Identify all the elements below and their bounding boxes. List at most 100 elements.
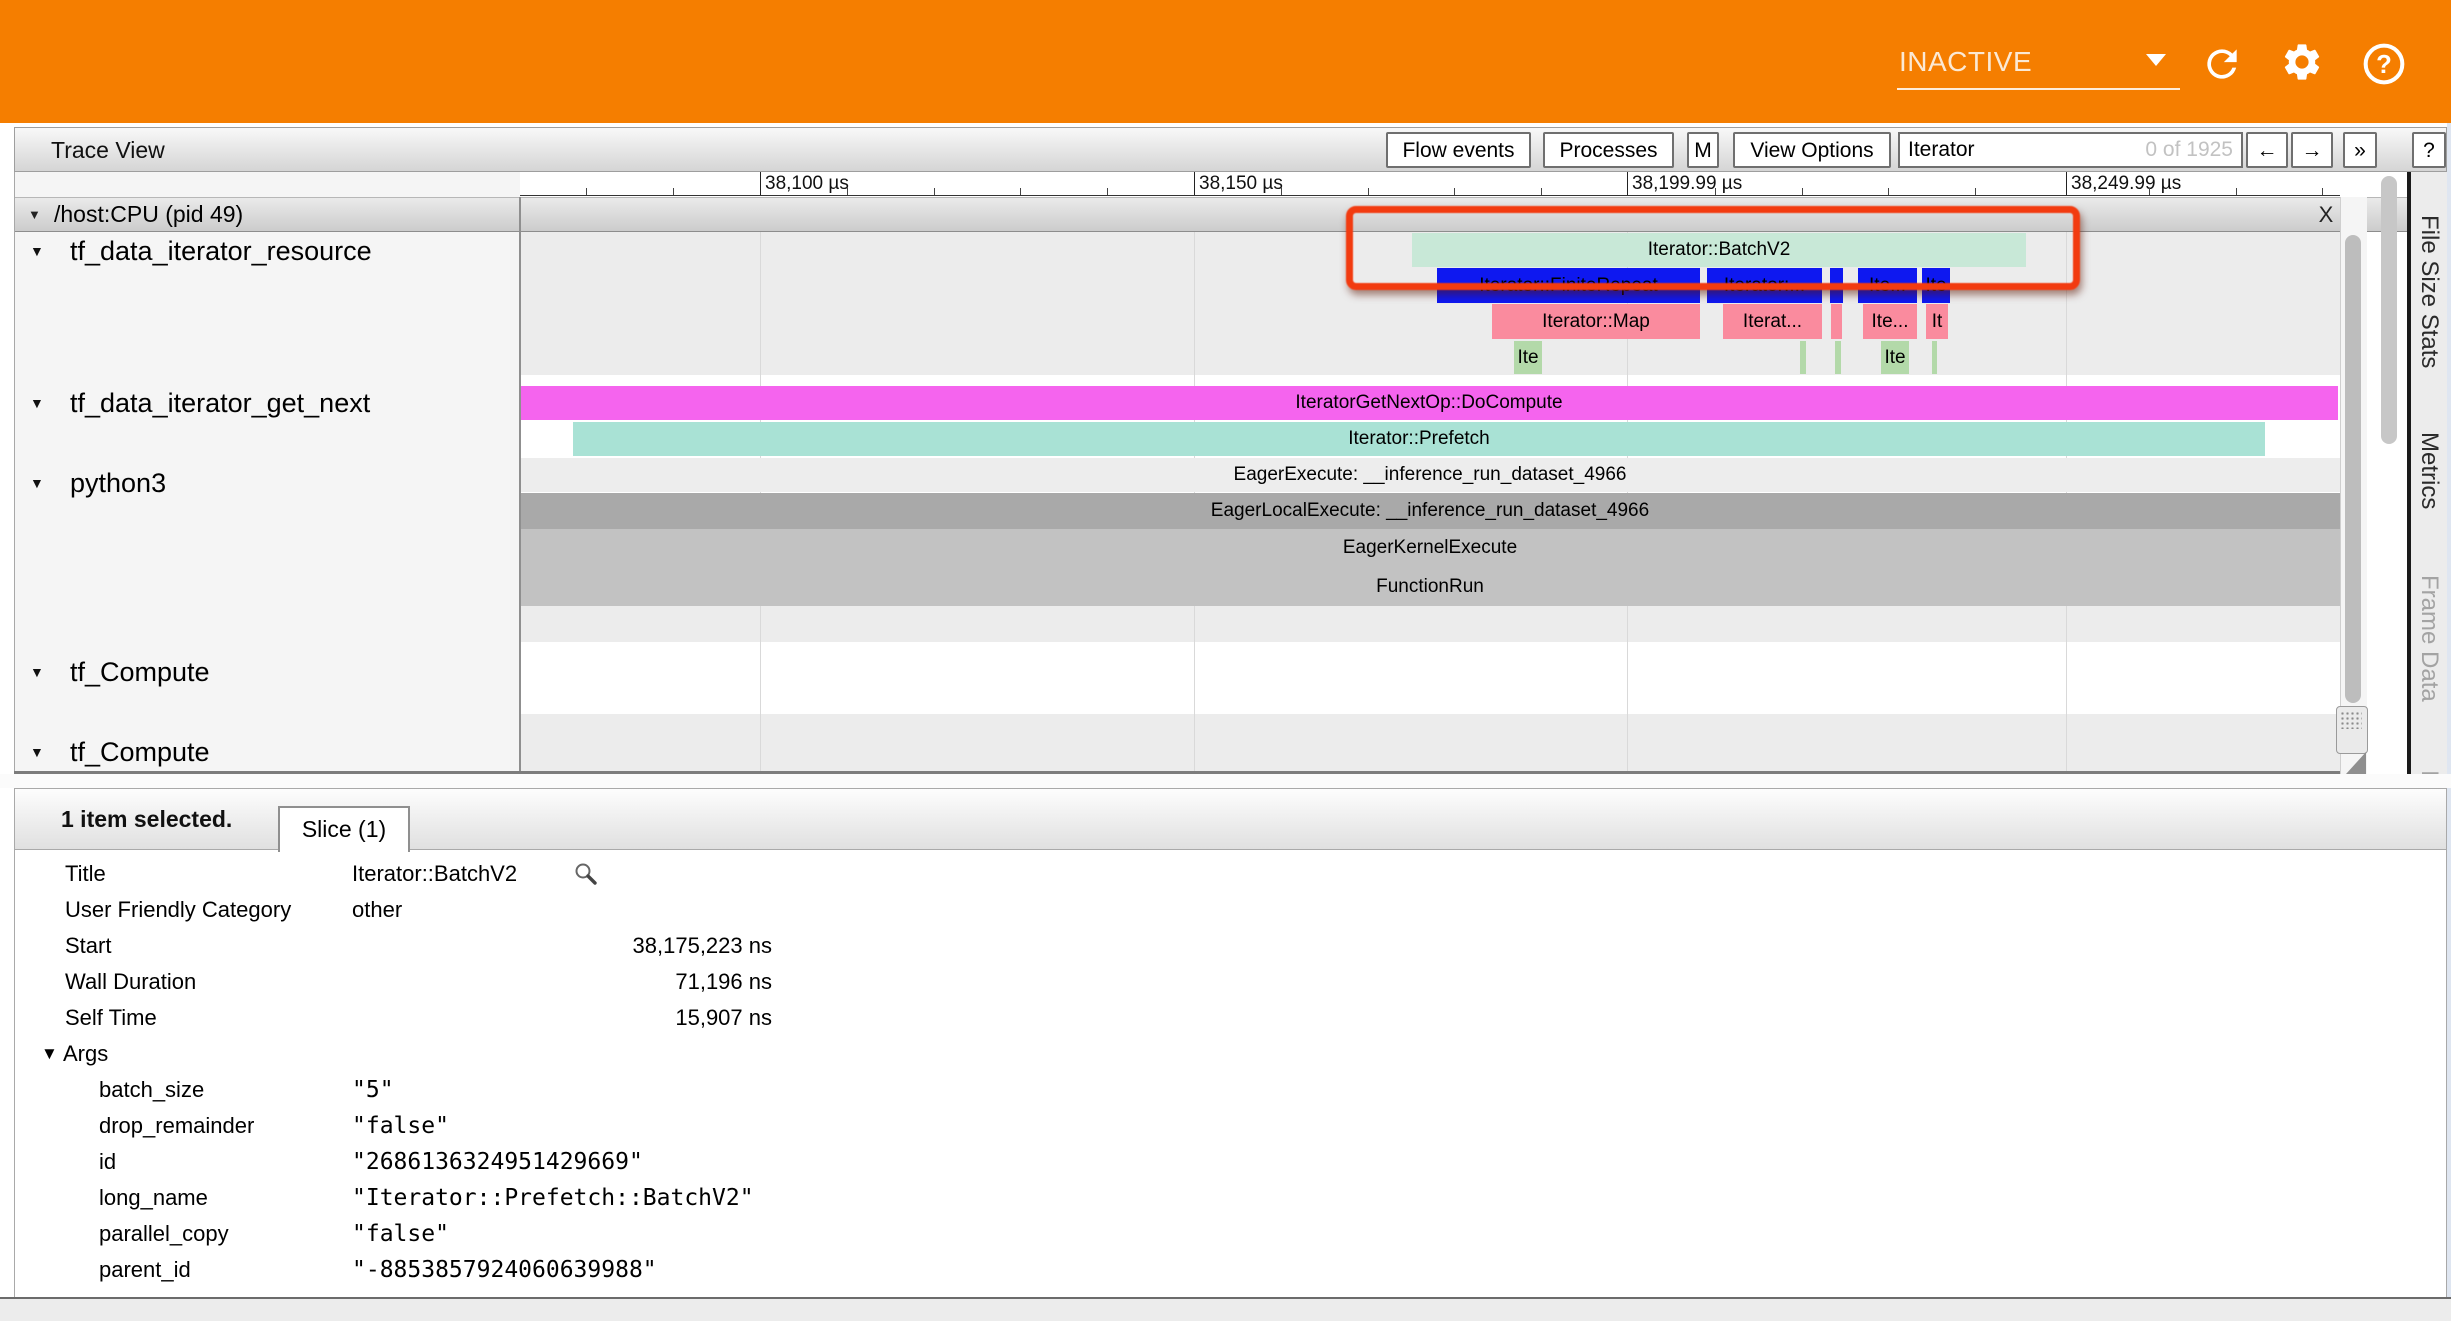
refresh-icon[interactable] (2200, 42, 2244, 86)
detail-row: TitleIterator::BatchV2 (15, 856, 2415, 892)
search-input[interactable]: Iterator 0 of 1925 (1898, 132, 2243, 168)
detail-value: "Iterator::Prefetch::BatchV2" (352, 1180, 754, 1216)
ruler-tick-label: 38,100 µs (765, 173, 849, 195)
detail-row: ▼Args (15, 1036, 2415, 1072)
trace-event-bar[interactable]: IteratorGetNextOp::DoCompute (520, 386, 2338, 420)
tab-slice[interactable]: Slice (1) (278, 806, 410, 852)
detail-value: 38,175,223 ns (352, 928, 772, 964)
label-column-divider (519, 197, 521, 775)
tf-profiler-trace-viewer: INACTIVE ? Trace View Flow events Proces… (0, 0, 2451, 1321)
detail-value: 15,907 ns (352, 1000, 772, 1036)
trace-view-title: Trace View (51, 137, 165, 164)
detail-row: batch_size"5" (15, 1072, 2415, 1108)
run-selector[interactable]: INACTIVE (1897, 38, 2180, 88)
trace-event-bar[interactable]: Iterat... (1723, 304, 1822, 339)
magnifier-icon[interactable] (573, 861, 599, 892)
processes-button[interactable]: Processes (1543, 132, 1674, 168)
resize-corner-icon[interactable] (2346, 752, 2366, 774)
shortcuts-help-button[interactable]: ? (2412, 132, 2446, 168)
detail-label: batch_size (99, 1072, 204, 1108)
detail-row: parallel_copy"false" (15, 1216, 2415, 1252)
annotation-highlight-box (1346, 206, 2080, 290)
view-options-button[interactable]: View Options (1733, 132, 1891, 168)
ruler-major-tick (760, 172, 761, 196)
chevron-down-icon: ▼ (28, 198, 41, 231)
trace-event-bar[interactable] (1932, 341, 1937, 374)
ruler-major-tick (1194, 172, 1195, 196)
trace-event-bar[interactable]: EagerExecute: __inference_run_dataset_49… (520, 458, 2340, 492)
page-scrollbar-thumb[interactable] (2381, 176, 2397, 444)
track-label-row[interactable]: ▼tf_Compute (14, 735, 514, 769)
detail-value: Iterator::BatchV2 (352, 856, 517, 892)
ruler-tick-label: 38,199.99 µs (1632, 173, 1742, 195)
trace-event-bar[interactable] (1800, 341, 1806, 374)
trace-event-bar[interactable]: It (1926, 304, 1948, 339)
trace-event-bar[interactable]: Ite (1514, 341, 1542, 374)
track-label-row[interactable]: ▼python3 (14, 466, 514, 500)
trace-event-bar[interactable]: Iterator::Prefetch (573, 422, 2265, 456)
trace-event-bar[interactable] (1835, 341, 1841, 374)
expand-panel-button[interactable]: » (2343, 132, 2377, 168)
ruler-tick-label: 38,150 µs (1199, 173, 1283, 195)
trace-event-bar[interactable]: Ite... (1863, 304, 1917, 339)
selection-summary: 1 item selected. (61, 789, 232, 849)
trace-event-bar[interactable]: EagerKernelExecute (520, 529, 2340, 567)
find-next-button[interactable]: → (2291, 132, 2333, 168)
side-tab-file-size-stats[interactable]: File Size Stats (2415, 215, 2443, 368)
chevron-down-icon: ▼ (30, 744, 44, 760)
detail-row: id"2686136324951429669" (15, 1144, 2415, 1180)
slice-details: TitleIterator::BatchV2User Friendly Cate… (14, 850, 2447, 1297)
detail-label: parallel_copy (99, 1216, 229, 1252)
detail-row: Wall Duration 71,196 ns (15, 964, 2415, 1000)
row-band (520, 375, 2340, 386)
trace-scrollbar-thumb[interactable] (2345, 235, 2361, 703)
track-label: tf_data_iterator_get_next (70, 386, 370, 420)
process-header-label: /host:CPU (pid 49) (54, 198, 243, 231)
drag-grip-handle[interactable] (2336, 706, 2368, 754)
trace-event-bar[interactable] (1831, 304, 1842, 339)
track-label: tf_Compute (70, 655, 210, 689)
detail-label: drop_remainder (99, 1108, 254, 1144)
detail-value: 71,196 ns (352, 964, 772, 1000)
args-expander-icon[interactable]: ▼ (41, 1036, 58, 1072)
detail-label: long_name (99, 1180, 208, 1216)
detail-row: drop_remainder"false" (15, 1108, 2415, 1144)
panel-bottom-strip (0, 1299, 2451, 1321)
side-tab-frame-data[interactable]: Frame Data (2415, 575, 2443, 702)
trace-event-bar[interactable]: EagerLocalExecute: __inference_run_datas… (520, 493, 2340, 529)
detail-value: other (352, 892, 402, 928)
detail-label: Wall Duration (65, 964, 196, 1000)
right-edge-gutter (2447, 123, 2451, 1321)
trace-event-bar[interactable]: Ite (1881, 341, 1909, 374)
detail-row: Start 38,175,223 ns (15, 928, 2415, 964)
ruler-major-tick (2066, 172, 2067, 196)
detail-row: parent_id"-8853857924060639988" (15, 1252, 2415, 1288)
flow-events-button[interactable]: Flow events (1386, 132, 1531, 168)
help-icon[interactable]: ? (2362, 42, 2406, 86)
trace-toolbar: Trace View Flow events Processes M View … (14, 127, 2447, 172)
detail-label: Self Time (65, 1000, 157, 1036)
chevron-down-icon: ▼ (30, 395, 44, 411)
track-label: tf_data_iterator_resource (70, 234, 372, 268)
track-label-row[interactable]: ▼ tf_data_iterator_get_next (14, 386, 514, 420)
chevron-down-icon: ▼ (30, 475, 44, 491)
track-label-row[interactable]: ▼tf_Compute (14, 655, 514, 689)
side-tab-strip: File Size StatsMetricsFrame DataIn (2411, 172, 2447, 786)
detail-value: "-8853857924060639988" (352, 1252, 657, 1288)
metadata-button[interactable]: M (1687, 132, 1719, 168)
run-selector-value: INACTIVE (1899, 46, 2032, 78)
gear-icon[interactable] (2280, 40, 2324, 84)
search-value: Iterator (1900, 138, 2145, 162)
ruler-tick-label: 38,249.99 µs (2071, 173, 2181, 195)
track-label-row[interactable]: ▼ tf_data_iterator_resource (14, 234, 514, 268)
side-tab-metrics[interactable]: Metrics (2415, 432, 2443, 509)
row-band (520, 714, 2340, 771)
panel-gap (0, 774, 2451, 788)
grip-dots (2340, 711, 2362, 729)
detail-label: Start (65, 928, 111, 964)
chevron-down-icon: ▼ (30, 243, 44, 259)
detail-row: User Friendly Categoryother (15, 892, 2415, 928)
trace-event-bar[interactable]: Iterator::Map (1492, 304, 1700, 339)
trace-event-bar[interactable]: FunctionRun (520, 567, 2340, 606)
find-prev-button[interactable]: ← (2246, 132, 2288, 168)
